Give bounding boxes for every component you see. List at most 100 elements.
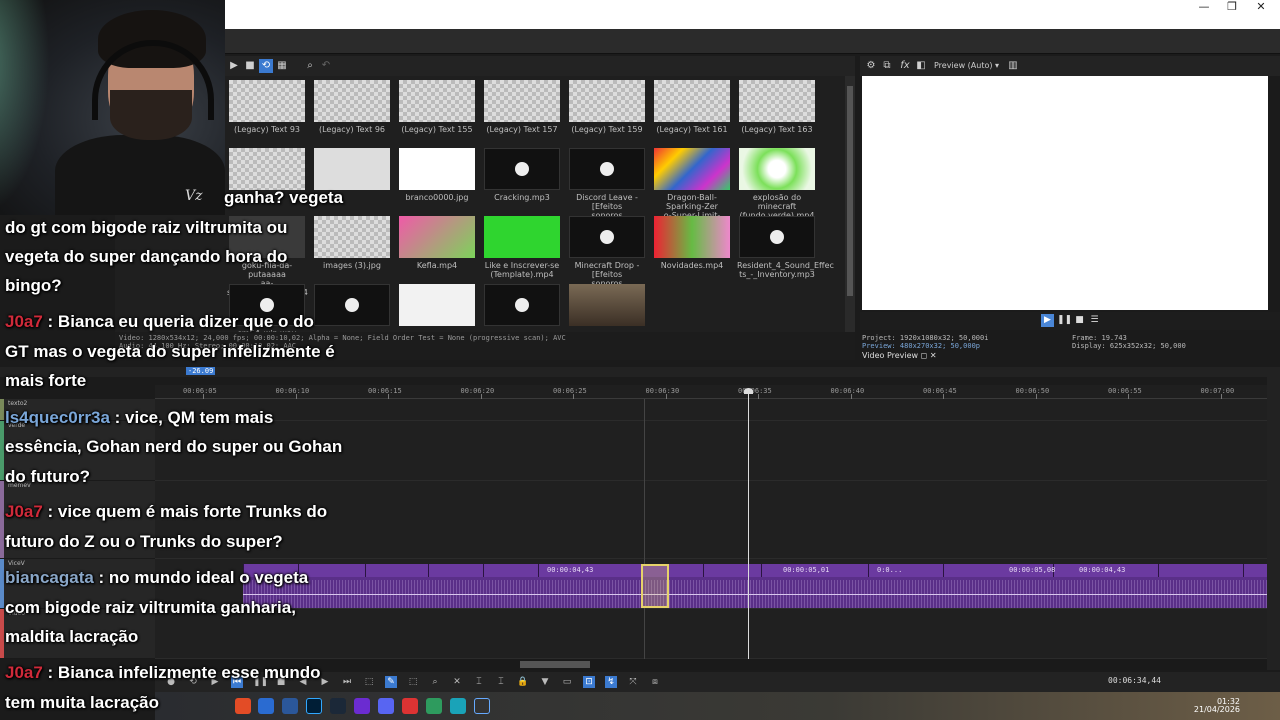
stop-icon[interactable]: ■ [275, 676, 287, 688]
selection-icon[interactable]: ⬚ [407, 676, 419, 688]
media-item[interactable]: (Legacy) Text 161 [652, 80, 732, 134]
delete-icon[interactable]: ✕ [451, 676, 463, 688]
audio-clip[interactable] [1158, 564, 1243, 577]
close-button[interactable]: ✕ [1247, 0, 1275, 14]
loop-icon[interactable]: ⟲ [187, 676, 199, 688]
menu-icon[interactable]: ☰ [1088, 314, 1101, 327]
audio-clip[interactable] [1243, 564, 1267, 577]
fx-icon[interactable]: fx [898, 59, 912, 73]
timeline-tracks[interactable] [155, 399, 1267, 659]
obs-icon[interactable] [354, 698, 370, 714]
media-item[interactable] [397, 284, 477, 329]
media-item[interactable] [227, 148, 307, 193]
auto-ripple-icon[interactable]: ↯ [605, 676, 617, 688]
audio-clip[interactable] [365, 564, 428, 577]
chrome-icon[interactable] [235, 698, 251, 714]
media-item[interactable]: (Legacy) Text 159 [567, 80, 647, 134]
media-item[interactable]: (Legacy) Text 157 [482, 80, 562, 134]
timeline-hscroll[interactable] [155, 659, 1267, 670]
track-header[interactable]: Vídeo [0, 609, 155, 659]
track-row[interactable] [155, 609, 1267, 659]
settings-icon[interactable]: ⚙ [864, 59, 878, 73]
auto-preview-icon[interactable]: ⟲ [259, 59, 273, 73]
pause-button[interactable]: ❚❚ [1057, 314, 1072, 327]
events-icon[interactable]: ⧈ [649, 676, 661, 688]
audio-clip[interactable] [243, 564, 298, 577]
stop-icon[interactable]: ■ [243, 59, 257, 73]
selected-clip[interactable] [641, 564, 669, 608]
close-icon[interactable]: ◻ ✕ [921, 351, 937, 360]
record-icon[interactable]: ● [165, 676, 177, 688]
lock-icon[interactable]: 🔒 [517, 676, 529, 688]
vegas-icon[interactable] [474, 698, 490, 714]
track-header[interactable]: verde [0, 421, 155, 481]
track-header[interactable]: ViceV [0, 559, 155, 609]
undo-icon[interactable]: ↶ [319, 59, 333, 73]
audio-clip[interactable] [483, 564, 538, 577]
prev-frame-icon[interactable]: ◀ [297, 676, 309, 688]
media-item[interactable] [312, 148, 392, 193]
snap-icon[interactable]: ⊡ [583, 676, 595, 688]
timeline-ruler[interactable]: 00:06:05 00:06:10 00:06:15 00:06:20 00:06:25… [155, 385, 1267, 399]
track-row[interactable] [155, 481, 1267, 559]
track-row[interactable] [155, 399, 1267, 421]
photoshop-icon[interactable] [306, 698, 322, 714]
play-button[interactable]: ▶ [1041, 314, 1054, 327]
media-item[interactable]: (Legacy) Text 163 [737, 80, 817, 134]
zoom-icon[interactable]: ⌕ [303, 59, 317, 73]
preview-quality-dropdown[interactable]: Preview (Auto) ▾ [934, 61, 999, 70]
maximize-button[interactable]: ❐ [1218, 0, 1246, 14]
copy-icon[interactable]: ⧉ [880, 59, 894, 73]
word-icon[interactable] [282, 698, 298, 714]
media-item[interactable]: (Legacy) Text 96 [312, 80, 392, 134]
stop-button[interactable]: ■ [1073, 314, 1086, 327]
media-item[interactable] [482, 284, 562, 329]
trim-icon[interactable]: ⌶ [473, 676, 485, 688]
media-item[interactable]: Like e Inscrever-se (Template).mp4 [482, 216, 562, 279]
media-item[interactable]: (Legacy) Text 155 [397, 80, 477, 134]
audio-clip[interactable] [428, 564, 483, 577]
play-icon[interactable]: ▶ [227, 59, 241, 73]
media-item[interactable]: (Legacy) Text 93 [227, 80, 307, 134]
audio-track-clips[interactable]: 00:00:04,43 00:00:05,01 0:0... 00:00:05,08 0… [243, 564, 1267, 608]
media-item[interactable]: explosão do minecraft (fundo verde).mp4 [737, 148, 817, 220]
audio-clip[interactable] [298, 564, 365, 577]
media-item[interactable] [312, 284, 392, 329]
app-icon[interactable] [426, 698, 442, 714]
split-screen-icon[interactable]: ◧ [914, 59, 928, 73]
app-icon-2[interactable] [450, 698, 466, 714]
normal-edit-icon[interactable]: ⬚ [363, 676, 375, 688]
media-scrollbar[interactable] [845, 76, 855, 332]
marker-icon[interactable]: ▼ [539, 676, 551, 688]
play-icon[interactable]: ▶ [209, 676, 221, 688]
opera-icon[interactable] [402, 698, 418, 714]
media-item[interactable] [567, 284, 647, 329]
split-icon[interactable]: ⌶ [495, 676, 507, 688]
crossfade-icon[interactable]: ⤧ [627, 676, 639, 688]
play-start-icon[interactable]: ⏮ [231, 676, 243, 688]
discord-icon[interactable] [378, 698, 394, 714]
media-item[interactable]: sm64_wip.wav [227, 284, 307, 332]
timeline-vscroll[interactable] [1267, 367, 1280, 670]
edge-icon[interactable] [258, 698, 274, 714]
track-header[interactable]: texto2 [0, 399, 155, 421]
track-row[interactable] [155, 421, 1267, 481]
views-icon[interactable]: ▦ [275, 59, 289, 73]
media-item[interactable]: branco0000.jpg [397, 148, 477, 202]
overlays-icon[interactable]: ▥ [1006, 59, 1020, 73]
region-icon[interactable]: ▭ [561, 676, 573, 688]
end-icon[interactable]: ⏭ [341, 676, 353, 688]
tab-video-preview[interactable]: Video Preview ◻ ✕ [862, 351, 937, 360]
envelope-icon[interactable]: ✎ [385, 676, 397, 688]
media-item[interactable]: Kefla.mp4 [397, 216, 477, 270]
media-item[interactable]: images (3).jpg [312, 216, 392, 270]
pause-icon[interactable]: ❚❚ [253, 676, 268, 688]
track-header[interactable]: memev [0, 481, 155, 559]
next-frame-icon[interactable]: ▶ [319, 676, 331, 688]
media-item[interactable]: Resident_4_Sound_Effec ts_-_Inventory.mp… [737, 216, 834, 279]
media-item[interactable]: Cracking.mp3 [482, 148, 562, 202]
media-item[interactable]: Novidades.mp4 [652, 216, 732, 270]
system-tray-clock[interactable]: 01:32 21/04/2026 [1194, 698, 1240, 714]
steam-icon[interactable] [330, 698, 346, 714]
audio-clip[interactable] [703, 564, 761, 577]
